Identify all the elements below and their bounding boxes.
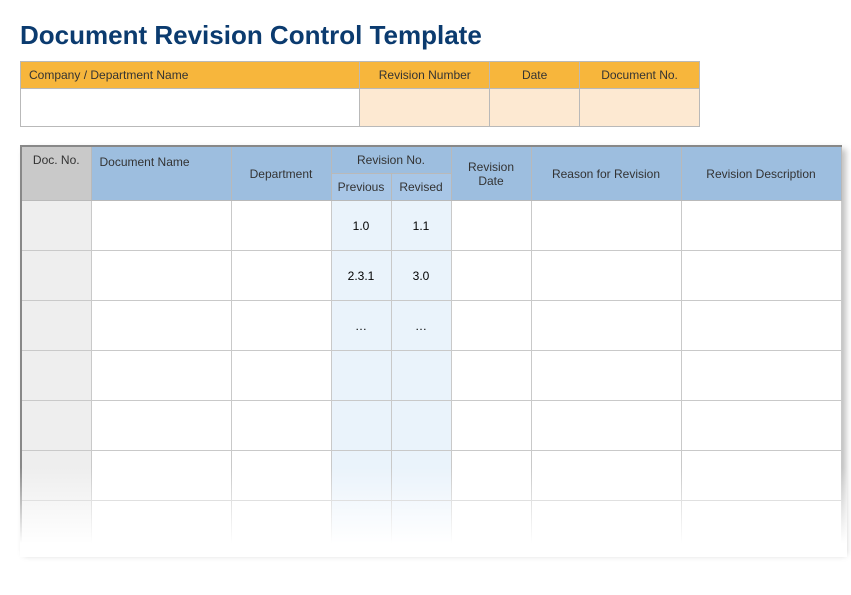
cell-doc-name[interactable] bbox=[91, 501, 231, 551]
page-title: Document Revision Control Template bbox=[20, 20, 831, 51]
cell-doc-name[interactable] bbox=[91, 351, 231, 401]
cell-doc-no[interactable] bbox=[21, 401, 91, 451]
cell-doc-name[interactable] bbox=[91, 401, 231, 451]
cell-department[interactable] bbox=[231, 201, 331, 251]
cell-revision-date[interactable] bbox=[451, 301, 531, 351]
main-table-wrapper: Doc. No. Document Name Department Revisi… bbox=[20, 145, 841, 551]
info-value-revision-number[interactable] bbox=[360, 89, 490, 127]
header-department: Department bbox=[231, 146, 331, 201]
info-header-company: Company / Department Name bbox=[21, 62, 360, 89]
header-reason: Reason for Revision bbox=[531, 146, 681, 201]
cell-description[interactable] bbox=[681, 301, 841, 351]
cell-reason[interactable] bbox=[531, 451, 681, 501]
cell-department[interactable] bbox=[231, 401, 331, 451]
cell-department[interactable] bbox=[231, 301, 331, 351]
cell-doc-no[interactable] bbox=[21, 301, 91, 351]
cell-revision-date[interactable] bbox=[451, 201, 531, 251]
cell-revised[interactable] bbox=[391, 451, 451, 501]
cell-department[interactable] bbox=[231, 451, 331, 501]
cell-doc-no[interactable] bbox=[21, 351, 91, 401]
info-header-revision-number: Revision Number bbox=[360, 62, 490, 89]
cell-department[interactable] bbox=[231, 501, 331, 551]
cell-revision-date[interactable] bbox=[451, 451, 531, 501]
table-row bbox=[21, 401, 841, 451]
header-revision-date: Revision Date bbox=[451, 146, 531, 201]
cell-revision-date[interactable] bbox=[451, 251, 531, 301]
cell-revised[interactable]: 3.0 bbox=[391, 251, 451, 301]
header-description: Revision Description bbox=[681, 146, 841, 201]
info-value-row bbox=[21, 89, 700, 127]
info-value-company[interactable] bbox=[21, 89, 360, 127]
cell-description[interactable] bbox=[681, 201, 841, 251]
info-header-row: Company / Department Name Revision Numbe… bbox=[21, 62, 700, 89]
cell-previous[interactable] bbox=[331, 351, 391, 401]
cell-doc-no[interactable] bbox=[21, 251, 91, 301]
cell-previous[interactable]: … bbox=[331, 301, 391, 351]
cell-revised[interactable] bbox=[391, 401, 451, 451]
cell-reason[interactable] bbox=[531, 301, 681, 351]
table-row: 2.3.13.0 bbox=[21, 251, 841, 301]
header-previous: Previous bbox=[331, 174, 391, 201]
cell-doc-name[interactable] bbox=[91, 301, 231, 351]
cell-previous[interactable]: 2.3.1 bbox=[331, 251, 391, 301]
cell-revised[interactable]: 1.1 bbox=[391, 201, 451, 251]
info-value-document-no[interactable] bbox=[580, 89, 700, 127]
table-row bbox=[21, 351, 841, 401]
cell-reason[interactable] bbox=[531, 351, 681, 401]
header-revised: Revised bbox=[391, 174, 451, 201]
header-revision-no: Revision No. bbox=[331, 146, 451, 174]
info-value-date[interactable] bbox=[490, 89, 580, 127]
cell-doc-no[interactable] bbox=[21, 451, 91, 501]
table-row bbox=[21, 451, 841, 501]
header-doc-no: Doc. No. bbox=[21, 146, 91, 201]
cell-doc-no[interactable] bbox=[21, 501, 91, 551]
cell-doc-name[interactable] bbox=[91, 251, 231, 301]
info-header-date: Date bbox=[490, 62, 580, 89]
cell-description[interactable] bbox=[681, 451, 841, 501]
cell-department[interactable] bbox=[231, 351, 331, 401]
cell-previous[interactable] bbox=[331, 451, 391, 501]
cell-revision-date[interactable] bbox=[451, 351, 531, 401]
cell-reason[interactable] bbox=[531, 201, 681, 251]
cell-department[interactable] bbox=[231, 251, 331, 301]
cell-doc-name[interactable] bbox=[91, 451, 231, 501]
cell-description[interactable] bbox=[681, 351, 841, 401]
cell-previous[interactable] bbox=[331, 401, 391, 451]
cell-revision-date[interactable] bbox=[451, 501, 531, 551]
table-row: …… bbox=[21, 301, 841, 351]
cell-revision-date[interactable] bbox=[451, 401, 531, 451]
cell-revised[interactable]: … bbox=[391, 301, 451, 351]
main-header-row-1: Doc. No. Document Name Department Revisi… bbox=[21, 146, 841, 174]
cell-revised[interactable] bbox=[391, 501, 451, 551]
header-doc-name: Document Name bbox=[91, 146, 231, 201]
cell-reason[interactable] bbox=[531, 251, 681, 301]
info-table: Company / Department Name Revision Numbe… bbox=[20, 61, 700, 127]
info-header-document-no: Document No. bbox=[580, 62, 700, 89]
cell-reason[interactable] bbox=[531, 501, 681, 551]
cell-doc-no[interactable] bbox=[21, 201, 91, 251]
cell-description[interactable] bbox=[681, 401, 841, 451]
table-row bbox=[21, 501, 841, 551]
revision-table: Doc. No. Document Name Department Revisi… bbox=[20, 145, 842, 551]
cell-reason[interactable] bbox=[531, 401, 681, 451]
cell-previous[interactable] bbox=[331, 501, 391, 551]
cell-previous[interactable]: 1.0 bbox=[331, 201, 391, 251]
cell-description[interactable] bbox=[681, 501, 841, 551]
table-row: 1.01.1 bbox=[21, 201, 841, 251]
cell-doc-name[interactable] bbox=[91, 201, 231, 251]
cell-revised[interactable] bbox=[391, 351, 451, 401]
cell-description[interactable] bbox=[681, 251, 841, 301]
